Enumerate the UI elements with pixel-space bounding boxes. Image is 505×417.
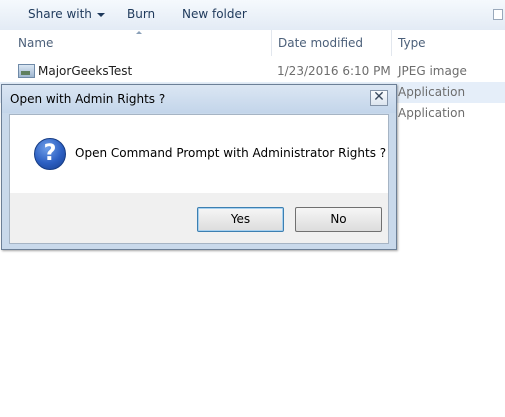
share-with-button[interactable]: Share with: [28, 7, 105, 21]
dialog-message: Open Command Prompt with Administrator R…: [75, 146, 387, 160]
file-type: Application: [398, 106, 466, 120]
burn-button[interactable]: Burn: [127, 7, 155, 21]
dialog-titlebar[interactable]: Open with Admin Rights ? ✕: [2, 85, 396, 113]
column-date-modified[interactable]: Date modified: [278, 36, 363, 50]
file-type: JPEG image: [398, 64, 467, 78]
column-name[interactable]: Name: [18, 36, 53, 50]
column-divider[interactable]: [391, 30, 392, 56]
question-icon: ?: [34, 138, 66, 170]
chevron-down-icon: [96, 12, 105, 17]
sort-ascending-icon: [136, 31, 142, 34]
column-type[interactable]: Type: [398, 36, 426, 50]
admin-rights-dialog: Open with Admin Rights ? ✕ ? Open Comman…: [1, 84, 397, 250]
share-with-label: Share with: [28, 7, 92, 21]
column-header-row: Name Date modified Type: [0, 30, 505, 56]
close-button[interactable]: ✕: [370, 90, 388, 106]
message-pane: ? Open Command Prompt with Administrator…: [10, 115, 388, 193]
command-bar: Share with Burn New folder: [0, 0, 505, 31]
no-button[interactable]: No: [295, 207, 382, 232]
window-corner-icon[interactable]: [493, 9, 503, 20]
column-divider[interactable]: [271, 30, 272, 56]
image-file-icon: [18, 64, 35, 78]
file-name: MajorGeeksTest: [38, 64, 133, 78]
new-folder-button[interactable]: New folder: [182, 7, 247, 21]
file-type: Application: [398, 85, 466, 99]
file-row[interactable]: MajorGeeksTest 1/23/2016 6:10 PM JPEG im…: [0, 61, 505, 82]
file-date: 1/23/2016 6:10 PM: [277, 64, 391, 78]
yes-button[interactable]: Yes: [197, 207, 284, 232]
dialog-title: Open with Admin Rights ?: [10, 92, 166, 106]
close-icon: ✕: [373, 89, 385, 105]
dialog-body: ? Open Command Prompt with Administrator…: [9, 114, 389, 244]
